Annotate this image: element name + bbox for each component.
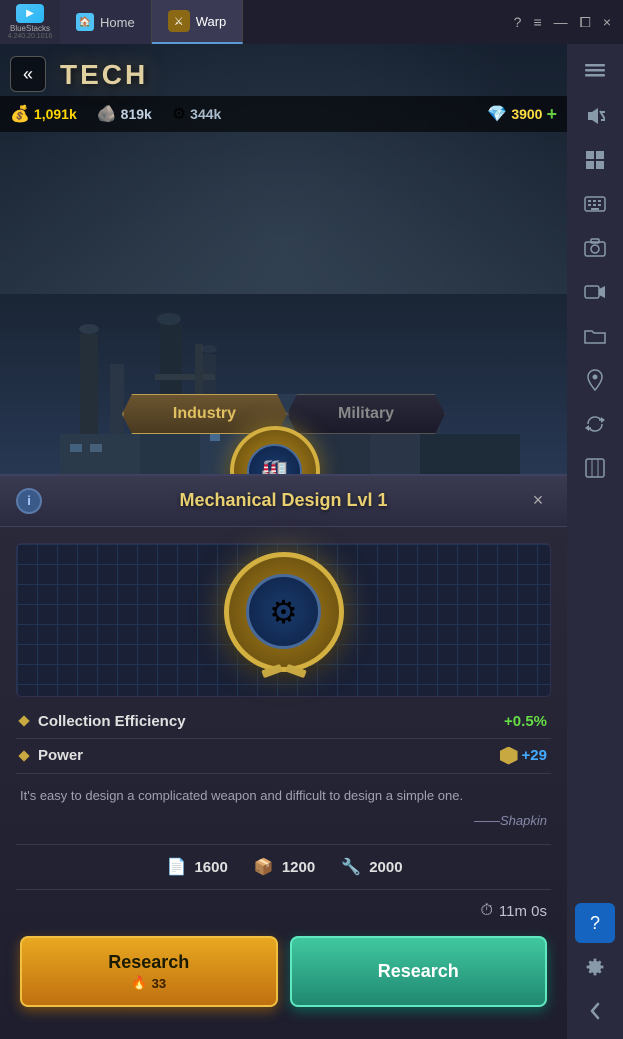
- fire-icon: 🔥: [131, 975, 147, 991]
- sidebar-folder-icon[interactable]: [575, 316, 615, 356]
- info-button[interactable]: i: [16, 488, 42, 514]
- cost-box: 📦 1200: [252, 857, 315, 877]
- tech-title: TECH: [60, 59, 148, 91]
- sidebar-expand-icon[interactable]: [575, 52, 615, 92]
- home-tab-icon: 🏠: [76, 13, 94, 31]
- money-icon: 📄: [164, 857, 188, 877]
- modal-gear-big: ⚙: [224, 552, 344, 672]
- sidebar-keyboard-icon[interactable]: [575, 184, 615, 224]
- sidebar-resize-icon[interactable]: [575, 448, 615, 488]
- bs-app-name: BlueStacks: [10, 24, 50, 33]
- warp-tab-label: Warp: [196, 14, 227, 29]
- bluestacks-logo: BlueStacks 4.240.20.1016: [0, 0, 60, 44]
- silver-resource: 🪨 819k: [97, 104, 152, 124]
- back-button[interactable]: «: [10, 56, 46, 92]
- research-gold-sub: 🔥 33: [131, 975, 166, 991]
- box-icon: 📦: [252, 857, 276, 877]
- research-teal-button[interactable]: Research: [290, 936, 548, 1007]
- modal-icon-area: ⚙: [25, 552, 542, 672]
- stat-power: Power +29: [16, 739, 551, 774]
- power-value: +29: [500, 747, 547, 765]
- modal-gear-inner: ⚙: [246, 574, 321, 649]
- sidebar-help-button[interactable]: ?: [575, 903, 615, 943]
- sidebar-volume-icon[interactable]: [575, 96, 615, 136]
- stat-diamond-2: [18, 750, 29, 761]
- sidebar-settings-icon[interactable]: [575, 947, 615, 987]
- sidebar-grid-icon[interactable]: [575, 140, 615, 180]
- right-sidebar: ?: [567, 44, 623, 1039]
- close-control[interactable]: ×: [603, 14, 611, 31]
- help-control[interactable]: ?: [514, 14, 522, 31]
- tab-home[interactable]: 🏠 Home: [60, 0, 152, 44]
- modal-title: Mechanical Design Lvl 1: [42, 490, 525, 511]
- help-icon: ?: [590, 913, 600, 934]
- sidebar-refresh-icon[interactable]: [575, 404, 615, 444]
- sidebar-screenshot-icon[interactable]: [575, 228, 615, 268]
- iron-resource: ⚙ 344k: [172, 104, 222, 124]
- warp-tab-icon: ⚔: [168, 10, 190, 32]
- add-gems-button[interactable]: +: [546, 104, 557, 125]
- restore-control[interactable]: ⧠: [580, 14, 591, 31]
- modal-header: i Mechanical Design Lvl 1 ×: [0, 476, 567, 527]
- gear-decoration: [262, 667, 306, 675]
- stats-container: Collection Efficiency +0.5% Power +29: [16, 705, 551, 774]
- menu-control[interactable]: ≡: [533, 14, 541, 31]
- cost-money-value: 1600: [194, 859, 227, 876]
- sidebar-back-icon[interactable]: [575, 991, 615, 1031]
- sidebar-location-icon[interactable]: [575, 360, 615, 400]
- home-tab-label: Home: [100, 15, 135, 30]
- gems-resource: 💎 3900 +: [487, 104, 557, 125]
- game-area: 💰 1,091k 🪨 819k ⚙ 344k 💎 3900 + « TECH: [0, 44, 567, 1039]
- bluestacks-titlebar: BlueStacks 4.240.20.1016 🏠 Home ⚔ Warp ?…: [0, 0, 623, 44]
- modal-description: It's easy to design a complicated weapon…: [16, 774, 551, 810]
- research-gold-label: Research: [108, 952, 189, 973]
- cost-wrench: 🔧 2000: [339, 857, 402, 877]
- timer-value: 11m 0s: [499, 903, 547, 920]
- cost-row: 📄 1600 📦 1200 🔧 2000: [16, 844, 551, 890]
- modal-panel: i Mechanical Design Lvl 1 × ⚙: [0, 474, 567, 1039]
- wrench-icon: 🔧: [339, 857, 363, 877]
- blueprint-area: ⚙: [16, 543, 551, 697]
- timer-icon: ⏱: [480, 902, 492, 920]
- bs-logo-icon: [16, 4, 44, 23]
- modal-content: ⚙ Collection Efficiency +0.5%: [0, 527, 567, 1039]
- cost-box-value: 1200: [282, 859, 315, 876]
- action-buttons: Research 🔥 33 Research: [16, 928, 551, 1023]
- tab-warp[interactable]: ⚔ Warp: [152, 0, 244, 44]
- cost-money: 📄 1600: [164, 857, 227, 877]
- research-cost-num: 33: [152, 976, 166, 991]
- resource-bar: 💰 1,091k 🪨 819k ⚙ 344k 💎 3900 +: [0, 96, 567, 132]
- sidebar-record-icon[interactable]: [575, 272, 615, 312]
- modal-gear-icon: ⚙: [269, 593, 298, 631]
- modal-attribution: ——Shapkin: [16, 809, 551, 836]
- stat-collection-efficiency: Collection Efficiency +0.5%: [16, 705, 551, 739]
- cost-wrench-value: 2000: [369, 859, 402, 876]
- minimize-control[interactable]: —: [554, 14, 568, 31]
- timer-row: ⏱ 11m 0s: [16, 898, 551, 928]
- window-controls: ? ≡ — ⧠ ×: [514, 14, 623, 31]
- shield-icon: [500, 747, 518, 765]
- research-gold-button[interactable]: Research 🔥 33: [20, 936, 278, 1007]
- bs-version: 4.240.20.1016: [8, 33, 53, 40]
- close-button[interactable]: ×: [525, 488, 551, 514]
- research-teal-label: Research: [378, 961, 459, 981]
- gold-resource: 💰 1,091k: [10, 104, 77, 124]
- stat-diamond-1: [18, 715, 29, 726]
